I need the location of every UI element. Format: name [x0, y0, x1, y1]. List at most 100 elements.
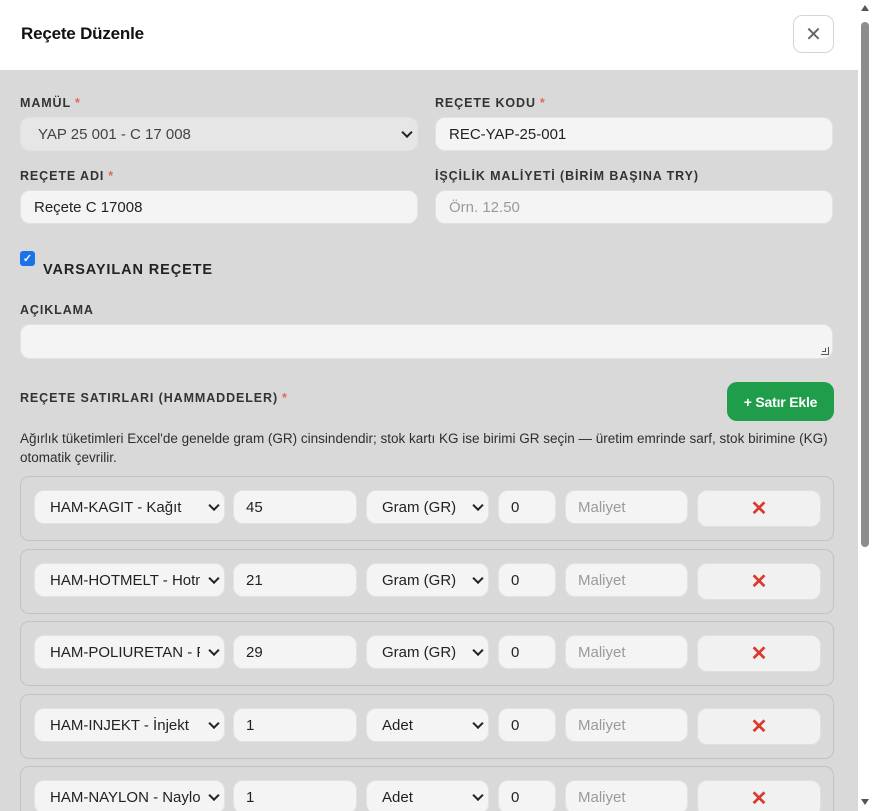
description-label: AÇIKLAMA [20, 303, 94, 317]
recipe-code-value: REC-YAP-25-001 [449, 125, 567, 143]
product-label-text: MAMÜL [20, 96, 72, 110]
scrollbar-thumb[interactable] [861, 22, 869, 547]
cost-input[interactable]: Maliyet [565, 563, 688, 597]
recipe-line-row: HAM-POLIURETAN - Poliüretan 29 Gram (GR) 0 M… [20, 621, 834, 686]
recipe-lines-label: REÇETE SATIRLARI (HAMMADDELER) * [20, 391, 288, 405]
required-mark: * [539, 96, 546, 110]
edit-recipe-modal: Reçete Düzenle ✕ MAMÜL * YAP 25 001 - C 1… [0, 0, 858, 811]
delete-row-button[interactable]: ✕ [697, 635, 821, 672]
description-textarea[interactable] [20, 324, 833, 359]
recipe-name-label-text: REÇETE ADI [20, 169, 105, 183]
delete-row-button[interactable]: ✕ [697, 780, 821, 811]
scroll-down-arrow-icon[interactable] [861, 799, 869, 805]
quantity-input[interactable]: 29 [233, 635, 357, 669]
delete-row-button[interactable]: ✕ [697, 563, 821, 600]
quantity-value: 21 [246, 571, 263, 589]
close-icon: ✕ [750, 788, 768, 810]
required-mark: * [75, 96, 81, 110]
waste-value: 0 [511, 571, 520, 589]
material-select-value: HAM-KAGIT - Kağıt [50, 498, 182, 516]
quantity-input[interactable]: 45 [233, 490, 357, 524]
chevron-down-icon [208, 499, 220, 512]
unit-select[interactable]: Gram (GR) [366, 635, 489, 669]
scrollbar[interactable] [858, 0, 872, 811]
chevron-down-icon [208, 717, 220, 730]
material-select-value: HAM-NAYLON - Naylon [50, 788, 200, 806]
chevron-down-icon [401, 126, 413, 139]
material-select[interactable]: HAM-INJEKT - İnjekt [34, 708, 225, 742]
waste-value: 0 [511, 498, 520, 516]
recipe-line-row: HAM-HOTMELT - Hotmelt 21 Gram (GR) 0 Maliyet… [20, 549, 834, 614]
delete-row-button[interactable]: ✕ [697, 490, 821, 527]
recipe-line-row: HAM-INJEKT - İnjekt 1 Adet 0 Maliyet ✕ [20, 694, 834, 759]
quantity-input[interactable]: 1 [233, 780, 357, 811]
chevron-down-icon [472, 572, 484, 585]
quantity-value: 29 [246, 643, 263, 661]
waste-input[interactable]: 0 [498, 490, 556, 524]
quantity-value: 45 [246, 498, 263, 516]
cost-placeholder: Maliyet [578, 643, 626, 661]
material-select-value: HAM-INJEKT - İnjekt [50, 716, 189, 734]
material-select-value: HAM-POLIURETAN - Poliüretan [50, 643, 200, 661]
unit-select-value: Gram (GR) [382, 498, 457, 516]
modal-header: Reçete Düzenle ✕ [0, 0, 858, 71]
cost-placeholder: Maliyet [578, 788, 626, 806]
quantity-value: 1 [246, 788, 255, 806]
waste-input[interactable]: 0 [498, 563, 556, 597]
required-mark: * [108, 169, 115, 183]
close-icon: ✕ [805, 23, 822, 46]
recipe-code-input[interactable]: REC-YAP-25-001 [435, 117, 833, 151]
cost-input[interactable]: Maliyet [565, 780, 688, 811]
unit-select[interactable]: Gram (GR) [366, 563, 489, 597]
waste-input[interactable]: 0 [498, 708, 556, 742]
close-icon: ✕ [750, 716, 768, 738]
recipe-line-row: HAM-NAYLON - Naylon 1 Adet 0 Maliyet ✕ [20, 766, 834, 811]
default-recipe-checkbox[interactable]: ✓ [20, 251, 35, 266]
recipe-name-input[interactable]: Reçete C 17008 [20, 190, 418, 224]
material-select[interactable]: HAM-NAYLON - Naylon [34, 780, 225, 811]
required-mark: * [282, 391, 288, 405]
add-row-button[interactable]: + Satır Ekle [727, 382, 834, 421]
unit-select[interactable]: Adet [366, 708, 489, 742]
chevron-down-icon [208, 644, 220, 657]
product-select[interactable]: YAP 25 001 - C 17 008 [20, 117, 418, 151]
default-recipe-label: VARSAYILAN REÇETE [43, 262, 213, 278]
recipe-line-row: HAM-KAGIT - Kağıt 45 Gram (GR) 0 Maliyet ✕ [20, 476, 834, 541]
unit-select[interactable]: Gram (GR) [366, 490, 489, 524]
scroll-up-arrow-icon[interactable] [861, 5, 869, 11]
quantity-input[interactable]: 21 [233, 563, 357, 597]
waste-value: 0 [511, 788, 520, 806]
check-icon: ✓ [22, 253, 33, 265]
chevron-down-icon [472, 499, 484, 512]
waste-value: 0 [511, 643, 520, 661]
labor-cost-input[interactable]: Örn. 12.50 [435, 190, 833, 224]
close-icon: ✕ [750, 571, 768, 593]
cost-input[interactable]: Maliyet [565, 708, 688, 742]
unit-select-value: Gram (GR) [382, 571, 457, 589]
close-button[interactable]: ✕ [793, 15, 834, 53]
product-select-value: YAP 25 001 - C 17 008 [38, 125, 191, 143]
delete-row-button[interactable]: ✕ [697, 708, 821, 745]
resize-handle-icon[interactable] [821, 347, 829, 355]
waste-value: 0 [511, 716, 520, 734]
cost-input[interactable]: Maliyet [565, 635, 688, 669]
material-select-value: HAM-HOTMELT - Hotmelt [50, 571, 200, 589]
material-select[interactable]: HAM-HOTMELT - Hotmelt [34, 563, 225, 597]
close-icon: ✕ [750, 643, 768, 665]
chevron-down-icon [208, 572, 220, 585]
unit-select[interactable]: Adet [366, 780, 489, 811]
cost-placeholder: Maliyet [578, 571, 626, 589]
cost-placeholder: Maliyet [578, 716, 626, 734]
cost-input[interactable]: Maliyet [565, 490, 688, 524]
material-select[interactable]: HAM-KAGIT - Kağıt [34, 490, 225, 524]
chevron-down-icon [208, 789, 220, 802]
waste-input[interactable]: 0 [498, 780, 556, 811]
recipe-code-label: REÇETE KODU * [435, 96, 546, 110]
modal-title: Reçete Düzenle [21, 24, 144, 43]
unit-select-value: Adet [382, 788, 413, 806]
waste-input[interactable]: 0 [498, 635, 556, 669]
material-select[interactable]: HAM-POLIURETAN - Poliüretan [34, 635, 225, 669]
quantity-input[interactable]: 1 [233, 708, 357, 742]
product-label: MAMÜL * [20, 96, 81, 110]
cost-placeholder: Maliyet [578, 498, 626, 516]
